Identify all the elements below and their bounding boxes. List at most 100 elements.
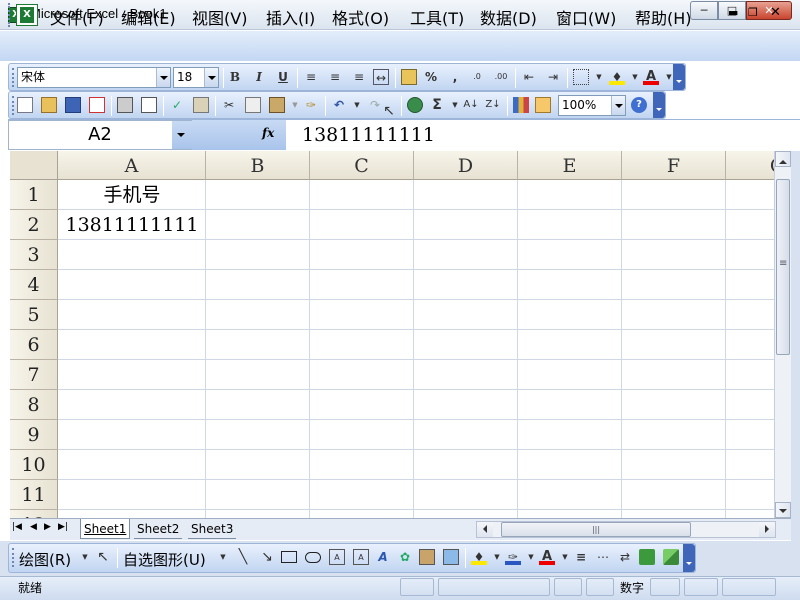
tab-sheet3[interactable]: Sheet3 <box>188 519 237 539</box>
chevron-down-icon[interactable]: ▼ <box>489 549 505 565</box>
currency-icon[interactable] <box>401 69 417 85</box>
chevron-down-icon[interactable]: ▼ <box>627 69 643 85</box>
underline-button[interactable]: U <box>275 69 291 85</box>
help-icon[interactable]: ? <box>631 97 647 113</box>
dash-style-icon[interactable]: ⋯ <box>595 549 611 565</box>
print-preview-icon[interactable] <box>141 97 157 113</box>
first-sheet-icon[interactable]: |◀ <box>12 522 22 532</box>
tab-sheet1[interactable]: Sheet1 <box>80 519 131 539</box>
align-right-icon[interactable]: ≡ <box>351 69 367 85</box>
autoshapes-menu[interactable]: 自选图形(U) <box>123 549 206 570</box>
scroll-left-icon[interactable] <box>477 522 493 537</box>
arrow-style-icon[interactable]: ⇄ <box>617 549 633 565</box>
menu-data[interactable]: 数据(D) <box>480 5 537 29</box>
row-header-7[interactable]: 7 <box>10 360 58 390</box>
excel-document-icon[interactable]: X <box>16 4 38 26</box>
borders-icon[interactable] <box>573 69 589 85</box>
new-document-icon[interactable] <box>17 97 33 113</box>
diagram-icon[interactable]: ✿ <box>397 549 413 565</box>
insert-function-icon[interactable]: fx <box>262 126 274 140</box>
chevron-down-icon[interactable]: ▼ <box>215 549 231 565</box>
column-header-g[interactable]: G <box>726 151 774 180</box>
vertical-scroll-thumb[interactable] <box>776 179 790 355</box>
copy-icon[interactable] <box>245 97 261 113</box>
vertical-text-box-icon[interactable]: A <box>353 549 369 565</box>
fill-color-icon[interactable]: ♦ <box>609 69 625 85</box>
research-icon[interactable] <box>193 97 209 113</box>
tab-sheet2[interactable]: Sheet2 <box>134 519 183 539</box>
toolbar-grip-handle[interactable] <box>12 96 14 115</box>
chevron-down-icon[interactable]: ▼ <box>447 97 463 113</box>
column-header-d[interactable]: D <box>414 151 518 180</box>
menu-file[interactable]: 文件(F) <box>50 5 104 29</box>
clip-art-icon[interactable] <box>419 549 435 565</box>
decrease-decimal-icon[interactable]: .00 <box>493 69 509 85</box>
chevron-down-icon[interactable]: ▼ <box>287 97 303 113</box>
chevron-down-icon[interactable] <box>156 68 170 87</box>
column-header-b[interactable]: B <box>206 151 310 180</box>
menu-help[interactable]: 帮助(H) <box>635 5 692 29</box>
percent-button[interactable]: % <box>423 69 439 85</box>
open-folder-icon[interactable] <box>41 97 57 113</box>
scroll-up-icon[interactable] <box>775 151 791 167</box>
increase-decimal-icon[interactable]: .0 <box>469 69 485 85</box>
3d-style-icon[interactable] <box>663 549 679 565</box>
font-size-select[interactable]: 18 <box>173 67 219 88</box>
row-header-8[interactable]: 8 <box>10 390 58 420</box>
chart-wizard-icon[interactable] <box>513 97 529 113</box>
chevron-down-icon[interactable] <box>204 68 218 87</box>
row-header-10[interactable]: 10 <box>10 450 58 480</box>
row-header-11[interactable]: 11 <box>10 480 58 510</box>
mdi-close-button[interactable]: ✕ <box>770 5 781 20</box>
menu-edit[interactable]: 编辑(E) <box>121 5 176 29</box>
previous-sheet-icon[interactable]: ◀ <box>30 522 37 532</box>
row-header-12[interactable]: 12 <box>10 510 58 518</box>
row-header-6[interactable]: 6 <box>10 330 58 360</box>
permission-icon[interactable] <box>89 97 105 113</box>
row-header-1[interactable]: 1 <box>10 180 58 210</box>
decrease-indent-icon[interactable]: ⇤ <box>521 69 537 85</box>
bold-button[interactable]: B <box>227 69 243 85</box>
font-color-icon[interactable]: A <box>643 69 659 85</box>
menubar-grip-handle[interactable] <box>8 3 11 27</box>
toolbar-options-button[interactable] <box>673 64 685 90</box>
column-header-a[interactable]: A <box>58 151 206 180</box>
cell-a2[interactable]: 13811111111 <box>58 210 206 240</box>
font-color-icon[interactable]: A <box>539 549 555 565</box>
worksheet-grid[interactable]: ABCDEFG123456789101112手机号13811111111 <box>10 151 774 518</box>
column-header-e[interactable]: E <box>518 151 622 180</box>
last-sheet-icon[interactable]: ▶| <box>58 522 68 532</box>
italic-button[interactable]: I <box>251 69 267 85</box>
scroll-right-icon[interactable] <box>759 522 775 537</box>
menu-window[interactable]: 窗口(W) <box>556 5 616 29</box>
line-icon[interactable]: ╲ <box>235 549 251 565</box>
print-icon[interactable] <box>117 97 133 113</box>
picture-icon[interactable] <box>443 549 459 565</box>
undo-icon[interactable]: ↶ <box>331 97 347 113</box>
row-header-9[interactable]: 9 <box>10 420 58 450</box>
text-box-icon[interactable]: A <box>329 549 345 565</box>
sort-ascending-icon[interactable]: A↓ <box>463 97 479 113</box>
toolbar-options-button[interactable] <box>683 544 695 572</box>
increase-indent-icon[interactable]: ⇥ <box>545 69 561 85</box>
format-painter-icon[interactable]: ✑ <box>303 97 319 113</box>
select-objects-icon[interactable]: ↖ <box>95 549 111 565</box>
chevron-down-icon[interactable]: ▼ <box>77 549 93 565</box>
column-header-f[interactable]: F <box>622 151 726 180</box>
name-box-dropdown-icon[interactable] <box>172 121 192 149</box>
cell-a1[interactable]: 手机号 <box>58 180 206 210</box>
line-style-icon[interactable]: ≡ <box>573 549 589 565</box>
mdi-minimize-button[interactable]: ▬ <box>728 6 738 19</box>
shadow-style-icon[interactable] <box>639 549 655 565</box>
row-header-4[interactable]: 4 <box>10 270 58 300</box>
drawing-icon[interactable] <box>535 97 551 113</box>
font-name-select[interactable]: 宋体 <box>17 67 171 88</box>
paste-icon[interactable] <box>269 97 285 113</box>
scroll-down-icon[interactable] <box>775 502 791 518</box>
toolbar-grip-handle[interactable] <box>12 548 14 567</box>
select-all-corner[interactable] <box>10 151 58 180</box>
toolbar-options-button[interactable] <box>653 92 665 118</box>
chevron-down-icon[interactable]: ▼ <box>523 549 539 565</box>
align-left-icon[interactable]: ≡ <box>303 69 319 85</box>
line-color-icon[interactable]: ✑ <box>505 549 521 565</box>
